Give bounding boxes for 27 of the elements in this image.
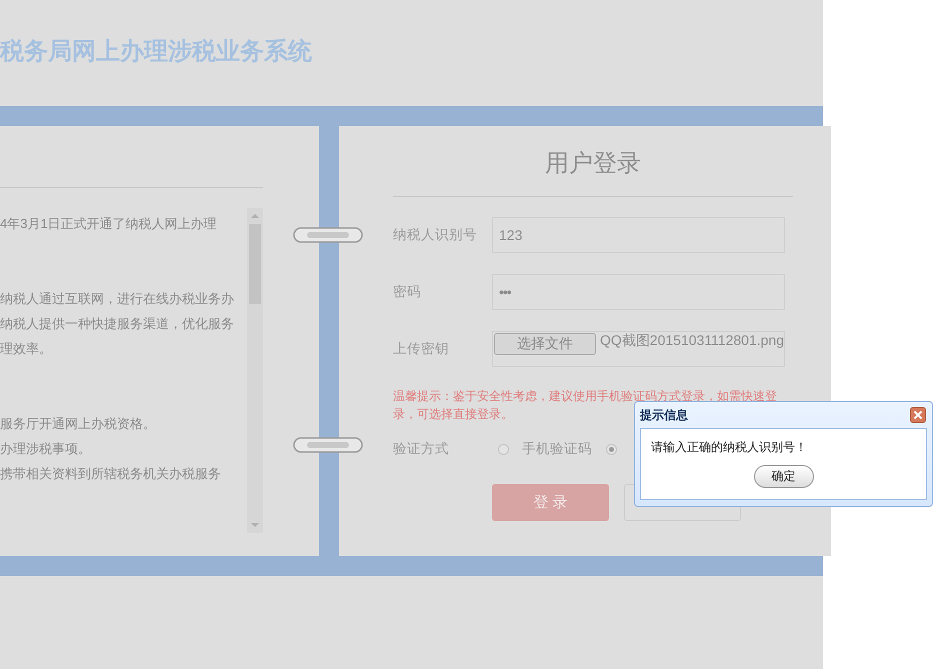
input-field[interactable]: 123 — [492, 217, 785, 253]
notice-text: 纳税人提供一种快捷服务渠道，优化服务 — [0, 315, 235, 333]
notice-text: 理效率。 — [0, 340, 53, 358]
dialog-title: 提示信息 — [640, 406, 688, 424]
login-title: 用户登录 — [393, 148, 793, 197]
notice-text: 纳税人通过互联网，进行在线办税业务办 — [0, 290, 235, 308]
field-label: 验证方式 — [393, 440, 450, 458]
radio-button[interactable] — [498, 444, 509, 454]
field-label: 上传密钥 — [393, 340, 450, 358]
file-name: QQ截图20151031112801.png — [600, 332, 784, 350]
notice-text: 服务厅开通网上办税资格。 — [0, 415, 157, 433]
password-field[interactable]: ••• — [492, 274, 785, 310]
field-label: 纳税人识别号 — [393, 226, 478, 244]
file-field[interactable]: 选择文件 QQ截图20151031112801.png — [492, 331, 785, 367]
dialog-message: 请输入正确的纳税人识别号！ — [651, 439, 807, 456]
scrollbar[interactable] — [247, 208, 263, 533]
login-button[interactable]: 登 录 — [492, 484, 609, 521]
notice-text: 携带相关资料到所辖税务机关办税服务 — [0, 465, 222, 483]
notice-text: 4年3月1日正式开通了纳税人网上办理 — [0, 215, 218, 233]
ok-button[interactable]: 确定 — [754, 465, 814, 488]
field-label: 密码 — [393, 283, 422, 301]
close-icon[interactable] — [910, 407, 926, 423]
notice-text: 办理涉税事项。 — [0, 440, 92, 458]
choose-file-button[interactable]: 选择文件 — [494, 333, 596, 355]
hint-text: 录，可选择直接登录。 — [393, 406, 513, 423]
radio-label: 手机验证码 — [522, 440, 592, 458]
radio-button[interactable] — [606, 444, 617, 454]
